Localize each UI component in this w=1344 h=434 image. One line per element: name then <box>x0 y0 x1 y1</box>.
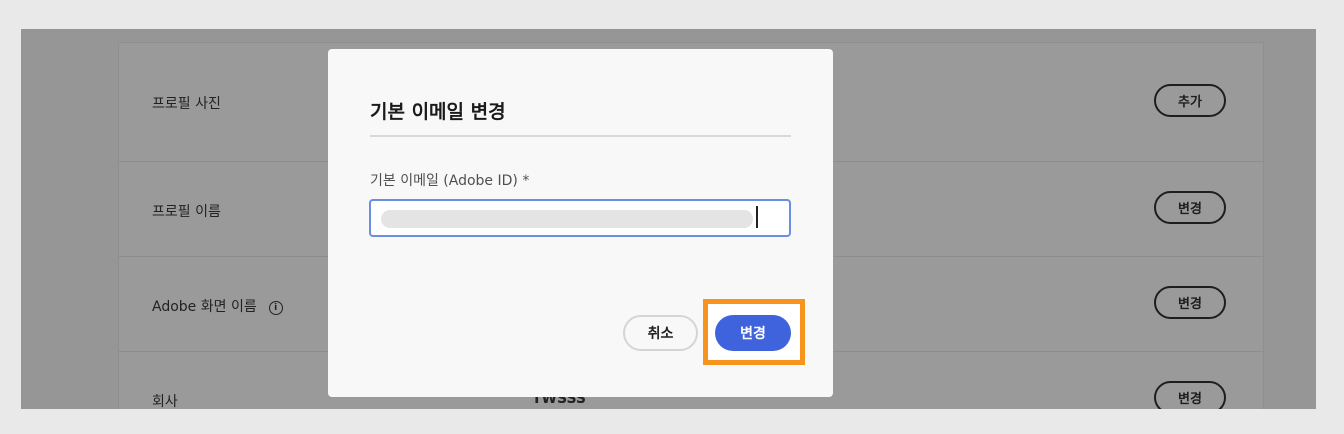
email-field-label: 기본 이메일 (Adobe ID) * <box>370 173 530 189</box>
row-label: 회사 <box>152 394 178 409</box>
cancel-button[interactable]: 취소 <box>623 315 698 351</box>
add-profile-photo-button[interactable]: 추가 <box>1154 84 1226 117</box>
redacted-email-value <box>381 210 753 228</box>
change-profile-name-button[interactable]: 변경 <box>1154 191 1226 224</box>
email-input[interactable] <box>369 199 791 237</box>
confirm-change-button[interactable]: 변경 <box>715 315 791 351</box>
row-label: 프로필 이름 <box>152 204 221 220</box>
dialog-divider <box>370 135 791 137</box>
dialog-title: 기본 이메일 변경 <box>370 101 506 123</box>
change-company-button[interactable]: 변경 <box>1154 381 1226 409</box>
row-label: Adobe 화면 이름 i <box>152 296 283 316</box>
text-caret <box>756 206 758 228</box>
row-label: 프로필 사진 <box>152 96 221 112</box>
change-screen-name-button[interactable]: 변경 <box>1154 286 1226 319</box>
row-label-text: Adobe 화면 이름 <box>152 299 257 315</box>
change-email-dialog: 기본 이메일 변경 기본 이메일 (Adobe ID) * 취소 변경 <box>328 49 833 397</box>
info-icon[interactable]: i <box>268 301 283 315</box>
